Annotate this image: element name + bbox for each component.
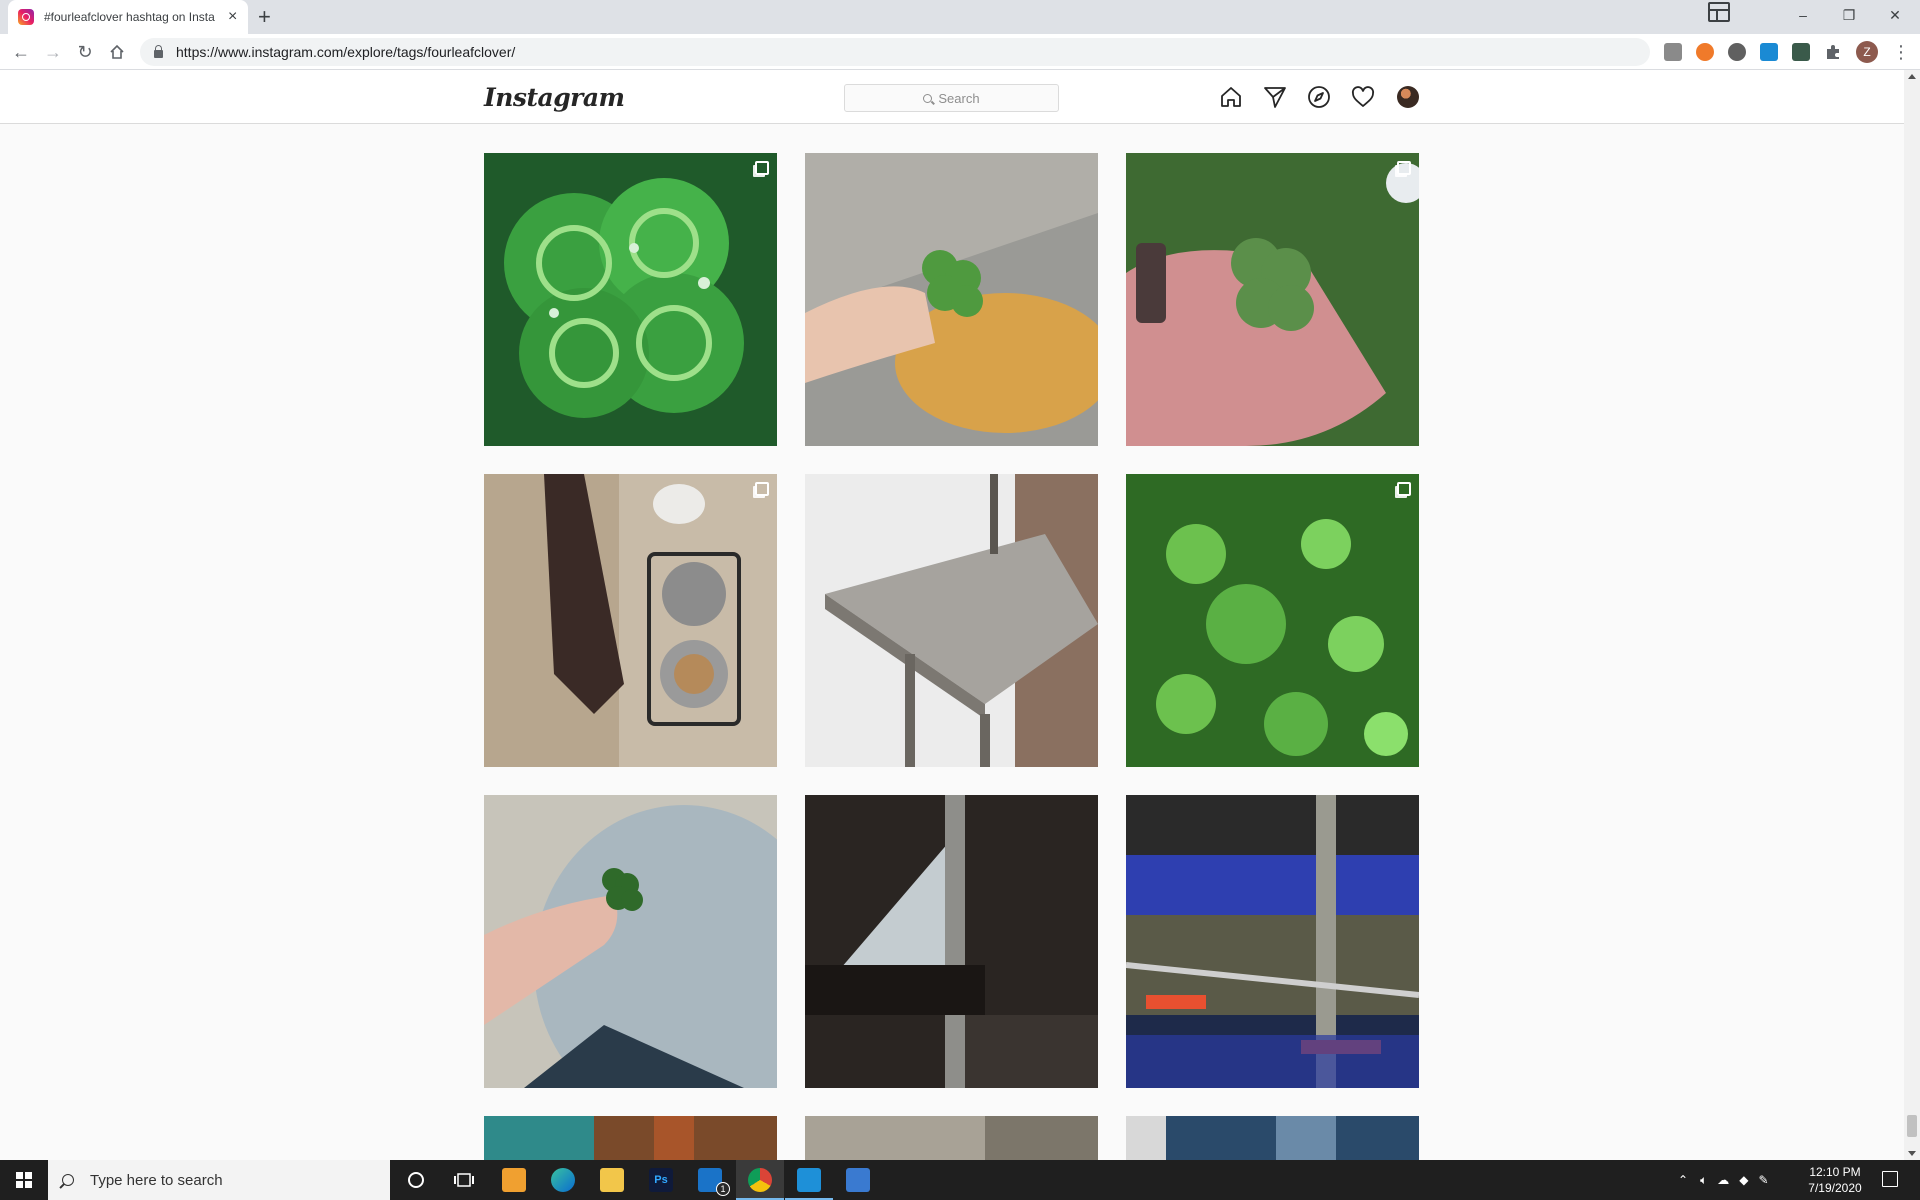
post-thumbnail[interactable] <box>805 153 1098 446</box>
instagram-favicon-icon <box>18 9 34 25</box>
extension-green-icon[interactable] <box>1792 43 1810 61</box>
pen-icon[interactable]: ✎ <box>1759 1173 1769 1187</box>
tab-title: #fourleafclover hashtag on Insta <box>44 10 215 24</box>
post-image <box>1126 474 1419 767</box>
clock-time: 12:10 PM <box>1809 1165 1861 1179</box>
search-placeholder: Search <box>938 90 980 106</box>
mail-badge: 1 <box>716 1182 730 1196</box>
file-explorer-icon[interactable] <box>600 1168 624 1192</box>
carousel-icon <box>755 161 769 175</box>
carousel-icon <box>1397 161 1411 175</box>
snipping-tool-icon[interactable] <box>797 1168 821 1192</box>
show-hidden-icons-icon[interactable]: ⌃ <box>1678 1173 1688 1187</box>
back-button[interactable]: ← <box>9 40 33 64</box>
lock-icon <box>154 44 163 58</box>
home-icon <box>110 44 124 59</box>
task-view-icon[interactable] <box>452 1168 476 1192</box>
search-icon <box>923 93 933 103</box>
scroll-down-arrow-icon[interactable] <box>1908 1151 1916 1156</box>
store-icon[interactable] <box>502 1168 526 1192</box>
post-thumbnail[interactable] <box>805 1116 1098 1160</box>
post-thumbnail[interactable] <box>1126 795 1419 1088</box>
post-image <box>484 474 777 767</box>
post-image <box>484 153 777 446</box>
post-thumbnail[interactable] <box>805 474 1098 767</box>
edge-icon[interactable] <box>551 1168 575 1192</box>
post-image <box>484 795 777 1088</box>
address-bar[interactable]: https://www.instagram.com/explore/tags/f… <box>140 38 1650 66</box>
post-image <box>805 795 1098 1088</box>
url-text: https://www.instagram.com/explore/tags/f… <box>176 44 516 60</box>
post-thumbnail[interactable] <box>1126 1116 1419 1160</box>
restore-button[interactable]: ❐ <box>1826 0 1872 30</box>
browser-menu-icon[interactable]: ⋮ <box>1892 40 1910 64</box>
extension-blue-icon[interactable] <box>1760 43 1778 61</box>
post-thumbnail[interactable] <box>1126 474 1419 767</box>
volume-icon[interactable]: 🔈︎ <box>1700 1173 1707 1188</box>
onedrive-icon[interactable]: ☁︎ <box>1717 1173 1729 1187</box>
extension-circle-icon[interactable] <box>1728 43 1746 61</box>
carousel-icon <box>1397 482 1411 496</box>
profile-avatar[interactable] <box>1397 86 1419 108</box>
browser-tab-strip: #fourleafclover hashtag on Insta × + – ❐… <box>0 0 1920 34</box>
post-thumbnail[interactable] <box>1126 153 1419 446</box>
dropbox-icon[interactable]: ◆ <box>1739 1173 1748 1187</box>
extension-g-icon[interactable] <box>1664 43 1682 61</box>
direct-message-icon[interactable] <box>1263 85 1287 109</box>
taskbar-search-box[interactable]: Type here to search <box>48 1160 390 1200</box>
cortana-icon[interactable] <box>404 1168 428 1192</box>
windows-taskbar: Type here to search Ps 1 ⌃ 🔈︎ ☁︎ ◆ ✎ 12:… <box>0 1160 1920 1200</box>
forward-button[interactable]: → <box>41 40 65 64</box>
new-tab-button[interactable]: + <box>258 4 271 30</box>
reload-button[interactable]: ↻ <box>73 40 97 64</box>
taskbar-search-placeholder: Type here to search <box>90 1171 223 1189</box>
action-center-icon[interactable] <box>1882 1171 1898 1187</box>
post-image <box>484 1116 777 1160</box>
instagram-logo[interactable]: Instagram <box>484 83 625 112</box>
post-thumbnail[interactable] <box>484 474 777 767</box>
clock-date: 7/19/2020 <box>1808 1181 1862 1195</box>
windows-logo-icon <box>16 1172 32 1188</box>
post-thumbnail[interactable] <box>805 795 1098 1088</box>
browser-tab-instagram[interactable]: #fourleafclover hashtag on Insta × <box>8 0 248 34</box>
browser-toolbar: ← → ↻ https://www.instagram.com/explore/… <box>0 34 1920 70</box>
activity-heart-icon[interactable] <box>1351 85 1375 109</box>
scroll-up-arrow-icon[interactable] <box>1908 74 1916 79</box>
page-scrollbar[interactable] <box>1904 70 1920 1160</box>
post-image <box>1126 153 1419 446</box>
calculator-icon[interactable] <box>846 1168 870 1192</box>
extension-orange-icon[interactable] <box>1696 43 1714 61</box>
extensions-puzzle-icon[interactable] <box>1824 43 1842 61</box>
minimize-button[interactable]: – <box>1780 0 1826 30</box>
chrome-icon[interactable] <box>748 1168 772 1192</box>
search-icon <box>62 1174 74 1186</box>
close-window-button[interactable]: ✕ <box>1872 0 1918 30</box>
instagram-header: Instagram Search <box>0 70 1904 124</box>
post-thumbnail[interactable] <box>484 1116 777 1160</box>
start-button[interactable] <box>0 1160 48 1200</box>
post-image <box>1126 1116 1419 1160</box>
taskbar-clock[interactable]: 12:10 PM 7/19/2020 <box>1796 1164 1874 1196</box>
profile-avatar-button[interactable]: Z <box>1856 41 1878 63</box>
tab-search-icon[interactable] <box>1708 2 1730 22</box>
explore-compass-icon[interactable] <box>1307 85 1331 109</box>
post-image <box>1126 795 1419 1088</box>
photoshop-icon[interactable]: Ps <box>649 1168 673 1192</box>
system-tray: ⌃ 🔈︎ ☁︎ ◆ ✎ <box>1678 1160 1769 1200</box>
post-thumbnail[interactable] <box>484 153 777 446</box>
post-image <box>805 474 1098 767</box>
carousel-icon <box>755 482 769 496</box>
home-icon[interactable] <box>1219 85 1243 109</box>
post-image <box>805 1116 1098 1160</box>
post-image <box>805 153 1098 446</box>
scrollbar-thumb[interactable] <box>1907 1115 1917 1137</box>
post-thumbnail[interactable] <box>484 795 777 1088</box>
home-button[interactable] <box>105 40 129 64</box>
instagram-search-input[interactable]: Search <box>844 84 1059 112</box>
tab-close-icon[interactable]: × <box>228 8 237 26</box>
